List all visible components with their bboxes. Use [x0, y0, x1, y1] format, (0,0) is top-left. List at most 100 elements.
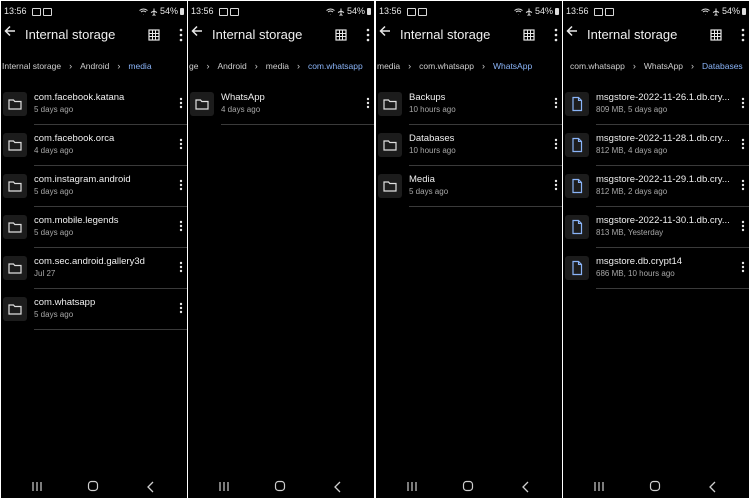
item-name: com.whatsapp [34, 297, 96, 308]
row-divider [34, 124, 187, 125]
gallery-notification-icon [32, 7, 41, 16]
item-meta: 4 days ago [221, 105, 261, 114]
list-item[interactable]: Backups 10 hours ago [376, 92, 562, 133]
nav-back-icon[interactable] [707, 480, 719, 494]
breadcrumb-item[interactable]: Android [217, 61, 246, 71]
list-item[interactable]: com.instagram.android 5 days ago [1, 174, 187, 215]
list-item[interactable]: com.whatsapp 5 days ago [1, 297, 187, 338]
folder-icon [3, 215, 27, 239]
nav-back-icon[interactable] [145, 480, 157, 494]
list-item[interactable]: msgstore-2022-11-29.1.db.cry... 812 MB, 2… [563, 174, 749, 215]
item-more-icon[interactable] [177, 137, 185, 151]
recents-icon[interactable] [31, 481, 43, 492]
more-options-icon[interactable] [364, 25, 372, 45]
list-item[interactable]: com.facebook.katana 5 days ago [1, 92, 187, 133]
item-more-icon[interactable] [552, 178, 560, 192]
list-item[interactable]: com.mobile.legends 5 days ago [1, 215, 187, 256]
item-more-icon[interactable] [177, 260, 185, 274]
item-more-icon[interactable] [552, 137, 560, 151]
item-more-icon[interactable] [177, 96, 185, 110]
item-more-icon[interactable] [552, 96, 560, 110]
airplane-icon [335, 6, 345, 16]
home-icon[interactable] [649, 480, 661, 492]
breadcrumb-item[interactable]: Databases [702, 61, 743, 71]
list-item[interactable]: com.sec.android.gallery3d Jul 27 [1, 256, 187, 297]
list-item[interactable]: msgstore-2022-11-28.1.db.cry... 812 MB, 4… [563, 133, 749, 174]
status-right: 54% [514, 6, 559, 16]
chevron-right-icon: › [296, 60, 300, 71]
back-arrow-icon[interactable] [190, 24, 206, 44]
breadcrumb-item[interactable]: Internal storage [2, 61, 61, 71]
list-item[interactable]: msgstore.db.crypt14 686 MB, 10 hours ago [563, 256, 749, 297]
chevron-right-icon: › [481, 60, 485, 71]
page-title: Internal storage [587, 27, 678, 42]
breadcrumb-item[interactable]: Android [80, 61, 109, 71]
status-time: 13:56 [191, 6, 214, 16]
grid-view-icon[interactable] [335, 29, 347, 41]
list-item[interactable]: Media 5 days ago [376, 174, 562, 215]
back-arrow-icon[interactable] [565, 24, 581, 44]
file-icon [565, 174, 589, 198]
file-icon [565, 256, 589, 280]
breadcrumb-item[interactable]: WhatsApp [493, 61, 532, 71]
row-divider [596, 206, 749, 207]
item-more-icon[interactable] [739, 219, 747, 233]
item-name: msgstore-2022-11-28.1.db.cry... [596, 133, 730, 144]
item-more-icon[interactable] [177, 219, 185, 233]
list-item[interactable]: msgstore-2022-11-30.1.db.cry... 813 MB, Y… [563, 215, 749, 256]
nav-back-icon[interactable] [332, 480, 344, 494]
more-options-icon[interactable] [552, 25, 560, 45]
file-manager-screen: 13:56 54% Internal storage ge › Android › media… [188, 1, 374, 498]
chevron-right-icon: › [117, 60, 121, 71]
status-time: 13:56 [566, 6, 589, 16]
home-icon[interactable] [274, 480, 286, 492]
list-item[interactable]: com.facebook.orca 4 days ago [1, 133, 187, 174]
more-options-icon[interactable] [739, 25, 747, 45]
breadcrumb-item[interactable]: media [128, 61, 151, 71]
list-item[interactable]: Databases 10 hours ago [376, 133, 562, 174]
breadcrumb: com.whatsapp › WhatsApp › Databases [570, 60, 743, 80]
breadcrumb-item[interactable]: WhatsApp [644, 61, 683, 71]
back-arrow-icon[interactable] [3, 24, 19, 44]
home-icon[interactable] [87, 480, 99, 492]
item-meta: 812 MB, 4 days ago [596, 146, 668, 155]
screen-notification-icon [43, 7, 52, 16]
item-more-icon[interactable] [739, 137, 747, 151]
gallery-notification-icon [407, 7, 416, 16]
row-divider [221, 124, 374, 125]
breadcrumb-item[interactable]: com.whatsapp [419, 61, 474, 71]
airplane-icon [710, 6, 720, 16]
recents-icon[interactable] [593, 481, 605, 492]
breadcrumb-item[interactable]: com.whatsapp [570, 61, 625, 71]
status-bar: 13:56 54% [563, 1, 749, 21]
page-title: Internal storage [25, 27, 116, 42]
item-more-icon[interactable] [364, 96, 372, 110]
back-arrow-icon[interactable] [378, 24, 394, 44]
app-bar: Internal storage [1, 23, 187, 51]
status-time: 13:56 [379, 6, 402, 16]
item-name: msgstore.db.crypt14 [596, 256, 683, 267]
grid-view-icon[interactable] [523, 29, 535, 41]
recents-icon[interactable] [218, 481, 230, 492]
recents-icon[interactable] [406, 481, 418, 492]
list-item[interactable]: WhatsApp 4 days ago [188, 92, 374, 133]
row-divider [34, 206, 187, 207]
grid-view-icon[interactable] [710, 29, 722, 41]
list-item[interactable]: msgstore-2022-11-26.1.db.cry... 809 MB, 5… [563, 92, 749, 133]
nav-back-icon[interactable] [520, 480, 532, 494]
home-icon[interactable] [462, 480, 474, 492]
grid-view-icon[interactable] [148, 29, 160, 41]
folder-icon [3, 256, 27, 280]
item-more-icon[interactable] [177, 178, 185, 192]
item-more-icon[interactable] [739, 260, 747, 274]
more-options-icon[interactable] [177, 25, 185, 45]
breadcrumb-item[interactable]: com.whatsapp [308, 61, 363, 71]
item-more-icon[interactable] [739, 96, 747, 110]
row-divider [596, 124, 749, 125]
breadcrumb-item[interactable]: media [377, 61, 400, 71]
screen-notification-icon [418, 7, 427, 16]
item-more-icon[interactable] [177, 301, 185, 315]
item-more-icon[interactable] [739, 178, 747, 192]
breadcrumb-item[interactable]: media [266, 61, 289, 71]
breadcrumb-item[interactable]: ge [189, 61, 198, 71]
